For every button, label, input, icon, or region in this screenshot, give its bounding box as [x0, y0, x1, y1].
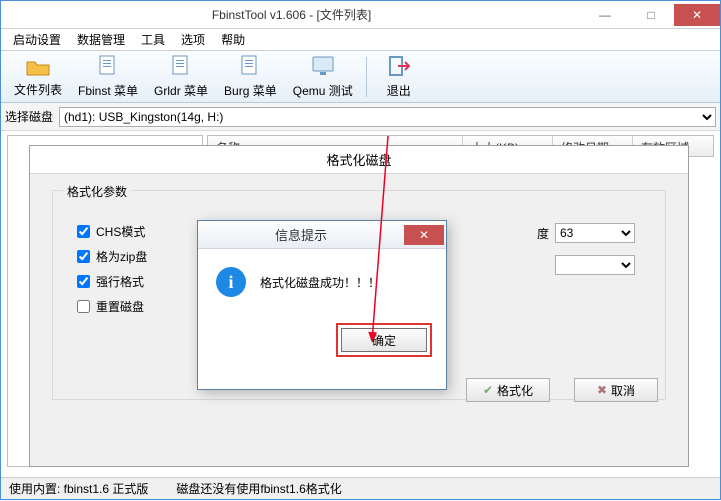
- minimize-button[interactable]: —: [582, 4, 628, 26]
- tool-filelist[interactable]: 文件列表: [7, 53, 69, 101]
- tool-label: Qemu 测试: [293, 82, 353, 99]
- menu-data[interactable]: 数据管理: [69, 29, 133, 50]
- message-close-button[interactable]: ✕: [404, 225, 444, 245]
- cancel-button[interactable]: ✖取消: [574, 378, 658, 402]
- format-button[interactable]: ✔格式化: [466, 378, 550, 402]
- file-icon: [98, 55, 118, 80]
- tool-label: 退出: [387, 82, 411, 99]
- status-right: 磁盘还没有使用fbinst1.6格式化: [176, 480, 341, 497]
- file-icon: [171, 55, 191, 80]
- tool-fbinst[interactable]: Fbinst 菜单: [71, 52, 145, 102]
- message-title: 信息提示: [198, 225, 404, 244]
- tool-burg[interactable]: Burg 菜单: [217, 52, 284, 102]
- ok-highlight: 确定: [336, 323, 432, 357]
- exit-icon: [387, 55, 411, 80]
- menu-tools[interactable]: 工具: [133, 29, 173, 50]
- message-dialog: 信息提示 ✕ i 格式化磁盘成功！！！ 确定: [197, 220, 447, 390]
- menu-boot[interactable]: 启动设置: [5, 29, 69, 50]
- select-2[interactable]: [555, 255, 635, 275]
- statusbar: 使用内置: fbinst1.6 正式版 磁盘还没有使用fbinst1.6格式化: [1, 477, 720, 499]
- tool-label: Grldr 菜单: [154, 82, 208, 99]
- message-text: 格式化磁盘成功！！！: [260, 274, 380, 291]
- tool-label: Fbinst 菜单: [78, 82, 138, 99]
- tool-label: 文件列表: [14, 81, 62, 98]
- toolbar: 文件列表 Fbinst 菜单 Grldr 菜单 Burg 菜单 Qemu 测试 …: [1, 51, 720, 103]
- info-icon: i: [216, 267, 246, 297]
- disk-label: 选择磁盘: [5, 108, 53, 125]
- x-icon: ✖: [597, 383, 607, 397]
- speed-select[interactable]: 63: [555, 223, 635, 243]
- titlebar: FbinstTool v1.606 - [文件列表] — □ ✕: [1, 1, 720, 29]
- menu-options[interactable]: 选项: [173, 29, 213, 50]
- menubar: 启动设置 数据管理 工具 选项 帮助: [1, 29, 720, 51]
- file-icon: [240, 55, 260, 80]
- row2: [555, 255, 635, 275]
- format-dialog-title: 格式化磁盘: [30, 146, 688, 174]
- speed-row: 度 63: [537, 223, 635, 243]
- tool-qemu[interactable]: Qemu 测试: [286, 52, 360, 102]
- disk-select[interactable]: (hd1): USB_Kingston(14g, H:): [59, 107, 716, 127]
- group-legend: 格式化参数: [63, 183, 131, 200]
- ok-button[interactable]: 确定: [341, 328, 427, 352]
- check-icon: ✔: [483, 383, 493, 397]
- maximize-button[interactable]: □: [628, 4, 674, 26]
- tool-label: Burg 菜单: [224, 82, 277, 99]
- close-button[interactable]: ✕: [674, 4, 720, 26]
- window-title: FbinstTool v1.606 - [文件列表]: [204, 6, 379, 23]
- disk-row: 选择磁盘 (hd1): USB_Kingston(14g, H:): [1, 103, 720, 131]
- speed-label: 度: [537, 225, 549, 242]
- message-titlebar: 信息提示 ✕: [198, 221, 446, 249]
- tool-exit[interactable]: 退出: [373, 52, 425, 102]
- folder-icon: [26, 56, 50, 79]
- tool-grldr[interactable]: Grldr 菜单: [147, 52, 215, 102]
- monitor-icon: [311, 55, 335, 80]
- status-left: 使用内置: fbinst1.6 正式版: [9, 480, 148, 497]
- toolbar-separator: [366, 57, 367, 97]
- menu-help[interactable]: 帮助: [213, 29, 253, 50]
